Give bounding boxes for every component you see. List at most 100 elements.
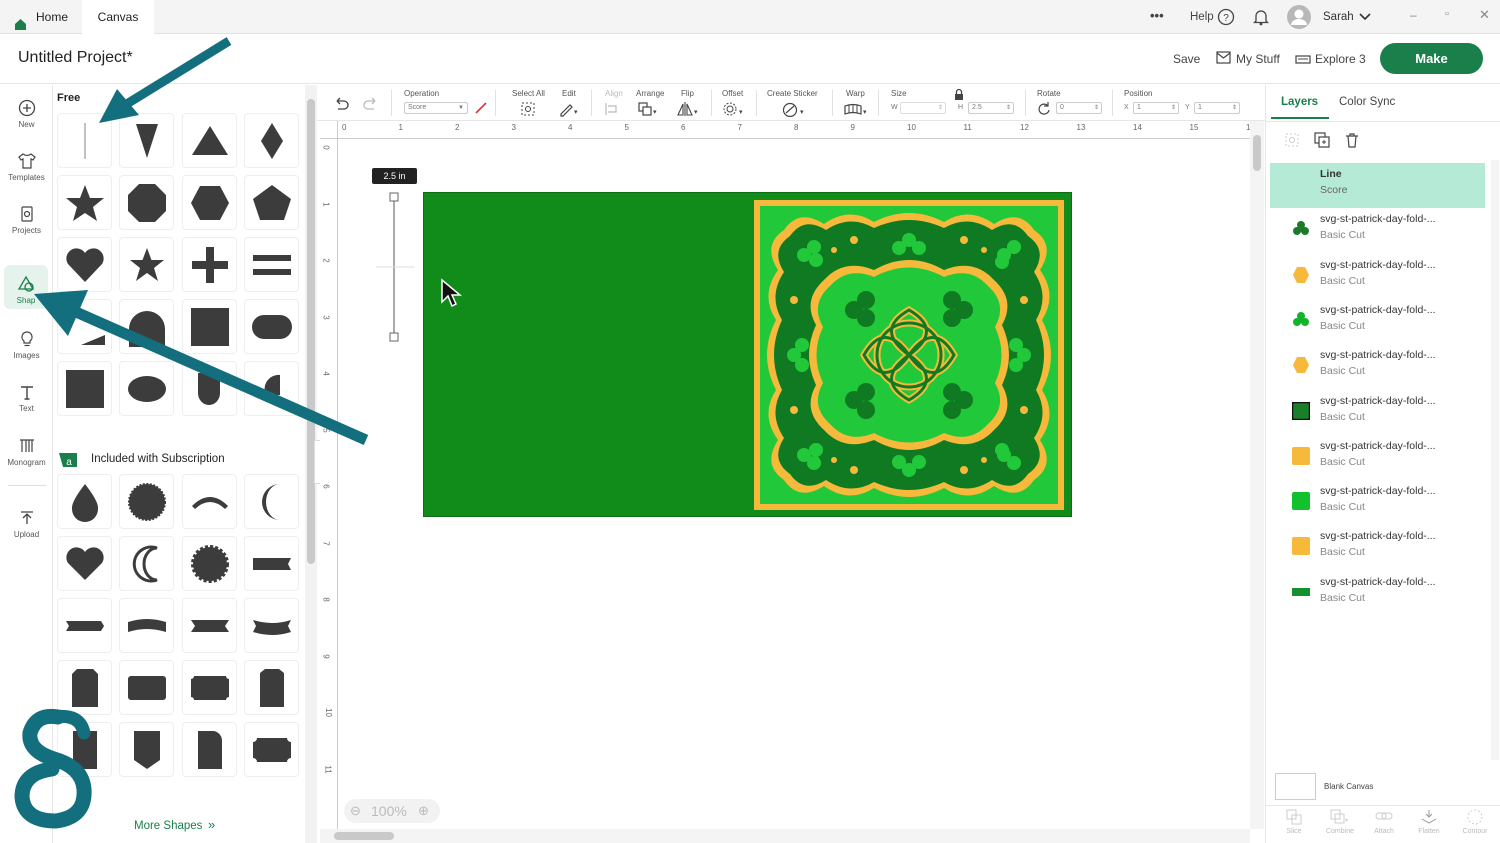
operation-select[interactable]: Score ▼ <box>404 102 468 114</box>
layer-color-swatch[interactable] <box>1292 583 1310 601</box>
user-name[interactable]: Sarah <box>1323 11 1354 23</box>
shamrock-design-panel[interactable] <box>754 200 1064 510</box>
vertical-scroll-thumb[interactable] <box>1253 135 1261 171</box>
help-icon[interactable]: ? <box>1217 8 1235 31</box>
rotate-input[interactable]: 0 ⇕ <box>1056 102 1102 114</box>
machine-select[interactable]: Explore 3 <box>1315 52 1366 66</box>
shape-hexagon[interactable] <box>182 175 237 230</box>
rail-new[interactable]: New <box>0 99 53 129</box>
shape-star[interactable] <box>57 175 112 230</box>
flip-icon[interactable]: ▾ <box>677 101 701 122</box>
position-x-input[interactable]: 1 ⇕ <box>1133 102 1179 114</box>
slice-button[interactable]: Slice <box>1274 808 1314 835</box>
layer-row[interactable]: svg-st-patrick-day-fold-... Basic Cut <box>1270 344 1485 389</box>
position-y-input[interactable]: 1 ⇕ <box>1194 102 1240 114</box>
layers-scrollbar[interactable] <box>1491 160 1499 760</box>
undo-icon[interactable] <box>332 96 350 117</box>
shape-crescent[interactable] <box>244 474 299 529</box>
close-button[interactable]: ✕ <box>1479 7 1490 23</box>
shape-rect-rounded[interactable] <box>119 660 174 715</box>
make-button[interactable]: Make <box>1380 43 1483 74</box>
shape-ribbon[interactable] <box>57 598 112 653</box>
layer-color-swatch[interactable] <box>1292 356 1310 374</box>
shape-tag-2[interactable] <box>244 660 299 715</box>
shape-plus[interactable] <box>182 237 237 292</box>
shape-pentagon[interactable] <box>244 175 299 230</box>
layer-color-swatch[interactable] <box>1290 400 1312 421</box>
shape-scallop[interactable] <box>182 536 237 591</box>
group-icon[interactable] <box>1284 132 1300 153</box>
arrange-icon[interactable]: ▾ <box>637 101 661 122</box>
shape-diamond[interactable] <box>244 113 299 168</box>
contour-button[interactable]: Contour <box>1455 808 1495 835</box>
help-link[interactable]: Help <box>1190 11 1214 23</box>
shape-heart-2[interactable] <box>57 536 112 591</box>
no-color-swatch[interactable] <box>474 101 488 120</box>
delete-icon[interactable] <box>1344 132 1360 153</box>
layer-color-swatch[interactable] <box>1292 220 1310 238</box>
shape-heart[interactable] <box>57 237 112 292</box>
avatar[interactable] <box>1286 4 1312 35</box>
canvas-vertical-scrollbar[interactable] <box>1250 121 1264 829</box>
shape-folded-corner[interactable] <box>182 722 237 777</box>
shape-arc[interactable] <box>182 474 237 529</box>
blank-canvas-swatch[interactable] <box>1275 773 1316 800</box>
score-line-selection[interactable] <box>374 190 418 344</box>
layer-row[interactable]: svg-st-patrick-day-fold-... Basic Cut <box>1270 299 1485 344</box>
layer-row[interactable]: svg-st-patrick-day-fold-... Basic Cut <box>1270 435 1485 480</box>
shape-star-small[interactable] <box>119 237 174 292</box>
canvas-horizontal-scrollbar[interactable] <box>320 829 1250 843</box>
combine-button[interactable]: ▾ Combine <box>1320 808 1360 835</box>
shape-ticket[interactable] <box>182 660 237 715</box>
rail-projects[interactable]: Projects <box>0 205 53 235</box>
layer-row[interactable]: svg-st-patrick-day-fold-... Basic Cut <box>1270 480 1485 525</box>
layer-color-swatch[interactable] <box>1292 492 1310 511</box>
select-all-icon[interactable] <box>520 101 536 122</box>
bell-icon[interactable] <box>1252 8 1270 31</box>
shape-notched-banner[interactable] <box>182 598 237 653</box>
layer-row[interactable]: svg-st-patrick-day-fold-... Basic Cut <box>1270 254 1485 299</box>
more-menu-button[interactable]: ••• <box>1150 8 1164 23</box>
flatten-button[interactable]: Flatten <box>1409 808 1449 835</box>
shape-frame[interactable] <box>244 722 299 777</box>
tab-canvas[interactable]: Canvas <box>82 0 154 34</box>
my-stuff-button[interactable]: My Stuff <box>1236 52 1280 66</box>
shape-seal[interactable] <box>119 474 174 529</box>
shape-equals[interactable] <box>244 237 299 292</box>
shape-crescent-2[interactable] <box>119 536 174 591</box>
save-button[interactable]: Save <box>1173 52 1200 66</box>
duplicate-icon[interactable] <box>1314 132 1330 153</box>
align-icon[interactable] <box>604 101 626 122</box>
shape-wavy-ribbon[interactable] <box>244 598 299 653</box>
layer-color-swatch[interactable] <box>1292 266 1310 284</box>
shape-banner[interactable] <box>244 536 299 591</box>
offset-icon[interactable]: ▾ <box>722 101 746 122</box>
attach-button[interactable]: Attach <box>1364 808 1404 835</box>
maximize-button[interactable]: ▫ <box>1445 8 1449 20</box>
tab-layers[interactable]: Layers <box>1281 96 1318 108</box>
layer-row[interactable]: svg-st-patrick-day-fold-... Basic Cut <box>1270 571 1485 616</box>
layer-color-swatch[interactable] <box>1292 537 1310 556</box>
zoom-out-button[interactable]: ⊖ <box>350 803 361 819</box>
layer-row-selected[interactable]: Line Score <box>1270 163 1485 208</box>
tab-color-sync[interactable]: Color Sync <box>1339 96 1395 108</box>
shape-shield[interactable] <box>119 722 174 777</box>
layer-color-swatch[interactable] <box>1292 446 1310 465</box>
width-input[interactable]: ⇕ <box>900 102 946 114</box>
layer-row[interactable]: svg-st-patrick-day-fold-... Basic Cut <box>1270 525 1485 570</box>
rail-templates[interactable]: Templates <box>0 152 53 182</box>
height-input[interactable]: 2.5 ⇕ <box>968 102 1014 114</box>
layer-color-swatch[interactable] <box>1292 311 1310 329</box>
chevron-double-right-icon[interactable]: » <box>208 817 215 832</box>
shape-wave-banner[interactable] <box>119 598 174 653</box>
edit-pen-icon[interactable]: ▾ <box>558 101 580 122</box>
zoom-in-button[interactable]: ⊕ <box>418 803 429 819</box>
horizontal-scroll-thumb[interactable] <box>334 832 394 840</box>
chevron-down-icon[interactable] <box>1358 10 1372 28</box>
layer-row[interactable]: svg-st-patrick-day-fold-... Basic Cut <box>1270 390 1485 435</box>
layer-row[interactable]: svg-st-patrick-day-fold-... Basic Cut <box>1270 208 1485 253</box>
sticker-icon[interactable]: ▾ <box>781 101 807 122</box>
warp-icon[interactable]: ▾ <box>843 101 871 122</box>
shape-drop[interactable] <box>57 474 112 529</box>
minimize-button[interactable]: – <box>1410 8 1417 22</box>
